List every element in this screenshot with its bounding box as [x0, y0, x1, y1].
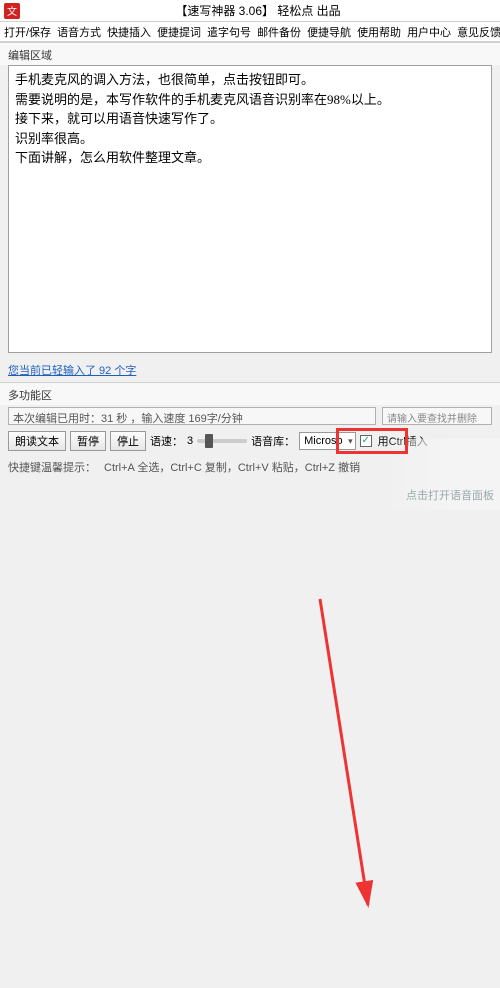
speed-slider[interactable]	[197, 439, 247, 443]
menu-sentence[interactable]: 遣字句号	[207, 24, 251, 40]
ctrl-insert-label: 用Ctrl插入	[378, 433, 428, 449]
menu-prompt[interactable]: 便捷提词	[157, 24, 201, 40]
pause-button[interactable]: 暂停	[70, 431, 106, 451]
menu-mail-backup[interactable]: 邮件备份	[257, 24, 301, 40]
open-voice-panel-hint[interactable]: 点击打开语音面板	[406, 487, 494, 503]
menu-user-center[interactable]: 用户中心	[407, 24, 451, 40]
main-editor[interactable]	[8, 65, 492, 353]
speed-slider-thumb[interactable]	[205, 434, 213, 448]
stop-button[interactable]: 停止	[110, 431, 146, 451]
controls-row: 朗读文本 暂停 停止 语速： 3 语音库： Microso 用Ctrl插入	[0, 427, 500, 455]
menu-quick-insert[interactable]: 快捷插入	[107, 24, 151, 40]
read-text-button[interactable]: 朗读文本	[8, 431, 66, 451]
speed-value: 3	[187, 435, 193, 447]
titlebar: 文 【速写神器 3.06】 轻松点 出品	[0, 0, 500, 22]
char-counter-link[interactable]: 您当前已轻输入了 92 个字	[8, 365, 136, 377]
shortcut-row: 快捷键温馨提示： Ctrl+A 全选，Ctrl+C 复制，Ctrl+V 粘贴，C…	[0, 455, 500, 479]
app-icon: 文	[4, 3, 20, 19]
menubar: 打开/保存 语音方式 快捷插入 便捷提词 遣字句号 邮件备份 便捷导航 使用帮助…	[0, 22, 500, 42]
menu-nav[interactable]: 便捷导航	[307, 24, 351, 40]
menu-help[interactable]: 使用帮助	[357, 24, 401, 40]
status-text: 本次编辑已用时：31 秒 ，输入速度 169字/分钟	[8, 407, 376, 425]
status-row: 本次编辑已用时：31 秒 ，输入速度 169字/分钟 请输入要查找并删除	[0, 405, 500, 427]
search-delete-hint[interactable]: 请输入要查找并删除	[382, 407, 492, 425]
app-title: 【速写神器 3.06】 轻松点 出品	[20, 2, 496, 19]
char-counter-row: 您当前已轻输入了 92 个字	[0, 356, 500, 382]
shortcut-label: 快捷键温馨提示：	[8, 459, 96, 475]
voice-lib-combo[interactable]: Microso	[299, 432, 356, 450]
menu-feedback[interactable]: 意见反馈	[457, 24, 500, 40]
speed-label: 语速：	[150, 433, 183, 449]
annotation-arrow	[0, 479, 500, 988]
editor-section-label: 编辑区域	[0, 42, 500, 65]
menu-open-save[interactable]: 打开/保存	[4, 24, 51, 40]
shortcut-text: Ctrl+A 全选，Ctrl+C 复制，Ctrl+V 粘贴，Ctrl+Z 撤销	[104, 459, 360, 475]
menu-voice-mode[interactable]: 语音方式	[57, 24, 101, 40]
voice-lib-label: 语音库：	[251, 433, 295, 449]
multi-section-label: 多功能区	[0, 382, 500, 405]
ctrl-insert-checkbox[interactable]	[360, 435, 372, 447]
